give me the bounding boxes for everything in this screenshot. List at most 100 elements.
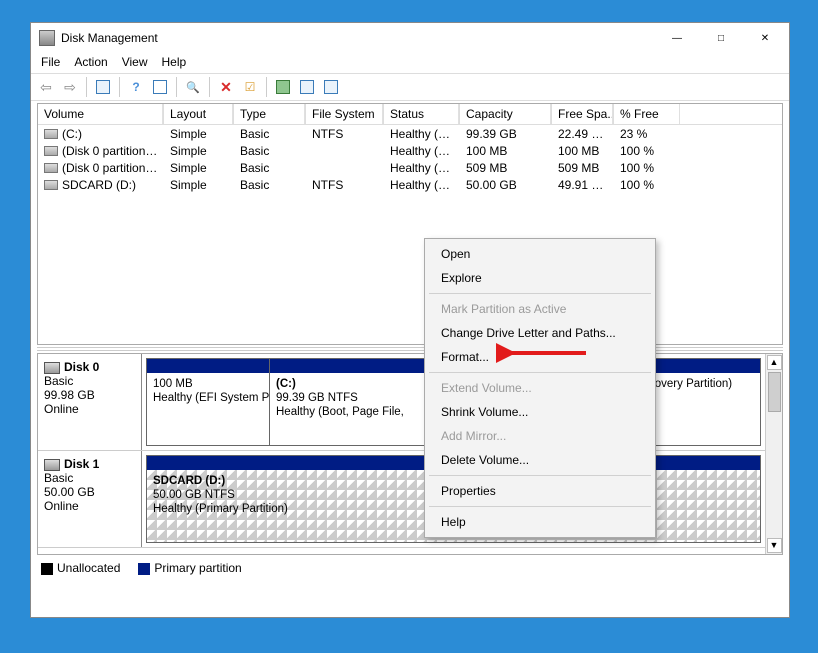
maximize-button[interactable]: □ [699,24,743,52]
volume-type: Basic [234,144,306,158]
col-capacity[interactable]: Capacity [460,104,552,124]
volume-status: Healthy (R... [384,161,460,175]
action-button-1[interactable] [272,76,294,98]
menubar: File Action View Help [31,53,789,73]
disk-icon [44,163,58,173]
menu-help[interactable]: Help [162,55,187,69]
disk-graphical-view: Disk 0Basic99.98 GBOnline100 MBHealthy (… [37,353,783,555]
back-button[interactable]: ⇦ [35,76,57,98]
help-button[interactable]: ? [125,76,147,98]
volume-capacity: 509 MB [460,161,552,175]
context-menu: Open Explore Mark Partition as Active Ch… [424,238,656,538]
legend-unallocated: Unallocated [41,561,120,575]
col-layout[interactable]: Layout [164,104,234,124]
disk-icon [44,180,58,190]
minimize-button[interactable]: — [655,24,699,52]
ctx-delete-volume[interactable]: Delete Volume... [427,448,653,472]
volume-layout: Simple [164,127,234,141]
scroll-thumb[interactable] [768,372,781,412]
titlebar[interactable]: Disk Management — □ ✕ [31,23,789,53]
col-volume[interactable]: Volume [38,104,164,124]
delete-button[interactable]: ✕ [215,76,237,98]
disk-icon [44,362,60,374]
rescan-disks-button[interactable]: 🔍 [182,76,204,98]
ctx-extend-volume: Extend Volume... [427,376,653,400]
properties-button[interactable]: ☑ [239,76,261,98]
menu-file[interactable]: File [41,55,60,69]
volume-pctfree: 100 % [614,144,680,158]
volume-status: Healthy (E... [384,144,460,158]
pane-splitter[interactable] [37,347,783,351]
volume-filesystem: NTFS [306,178,384,192]
volume-freespace: 22.49 GB [552,127,614,141]
volume-pctfree: 100 % [614,178,680,192]
ctx-help[interactable]: Help [427,510,653,534]
col-status[interactable]: Status [384,104,460,124]
scroll-up-button[interactable]: ▲ [767,355,782,370]
scroll-down-button[interactable]: ▼ [767,538,782,553]
menu-action[interactable]: Action [74,55,107,69]
disk-management-window: Disk Management — □ ✕ File Action View H… [30,22,790,618]
toolbar: ⇦ ⇨ ? 🔍 ✕ ☑ [31,73,789,101]
volume-status: Healthy (P... [384,178,460,192]
disk-info[interactable]: Disk 1Basic50.00 GBOnline [38,451,142,547]
close-button[interactable]: ✕ [743,24,787,52]
volume-capacity: 99.39 GB [460,127,552,141]
forward-button[interactable]: ⇨ [59,76,81,98]
volume-freespace: 509 MB [552,161,614,175]
ctx-format[interactable]: Format... [427,345,653,369]
partition[interactable]: 100 MBHealthy (EFI System P [146,358,270,446]
ctx-open[interactable]: Open [427,242,653,266]
volume-layout: Simple [164,178,234,192]
ctx-explore[interactable]: Explore [427,266,653,290]
volume-layout: Simple [164,144,234,158]
volume-name: (Disk 0 partition 4) [38,161,164,175]
disk-icon [44,459,60,471]
volume-freespace: 100 MB [552,144,614,158]
volume-status: Healthy (B... [384,127,460,141]
volume-capacity: 100 MB [460,144,552,158]
window-title: Disk Management [61,31,655,45]
action-button-2[interactable] [296,76,318,98]
disk-icon [44,146,58,156]
partition[interactable]: covery Partition) [643,358,761,446]
main-content: Volume Layout Type File System Status Ca… [31,101,789,617]
col-type[interactable]: Type [234,104,306,124]
volume-row[interactable]: (Disk 0 partition 4)SimpleBasic Healthy (… [38,159,782,176]
ctx-shrink-volume[interactable]: Shrink Volume... [427,400,653,424]
volume-layout: Simple [164,161,234,175]
volume-pctfree: 23 % [614,127,680,141]
volume-row[interactable]: (Disk 0 partition 1)SimpleBasic Healthy (… [38,142,782,159]
col-filesystem[interactable]: File System [306,104,384,124]
volume-row[interactable]: SDCARD (D:)SimpleBasicNTFSHealthy (P...5… [38,176,782,193]
volume-type: Basic [234,161,306,175]
volume-capacity: 50.00 GB [460,178,552,192]
ctx-mark-active: Mark Partition as Active [427,297,653,321]
col-pctfree[interactable]: % Free [614,104,680,124]
legend-primary: Primary partition [138,561,241,575]
ctx-change-drive-letter[interactable]: Change Drive Letter and Paths... [427,321,653,345]
volume-type: Basic [234,178,306,192]
volume-row[interactable]: (C:)SimpleBasicNTFSHealthy (B...99.39 GB… [38,125,782,142]
ctx-properties[interactable]: Properties [427,479,653,503]
show-hide-tree-button[interactable] [92,76,114,98]
app-icon [39,30,55,46]
col-freespace[interactable]: Free Spa... [552,104,614,124]
disk-icon [44,129,58,139]
volume-name: SDCARD (D:) [38,178,164,192]
volume-list-header: Volume Layout Type File System Status Ca… [38,104,782,125]
ctx-add-mirror: Add Mirror... [427,424,653,448]
volume-name: (C:) [38,127,164,141]
action-button-3[interactable] [320,76,342,98]
legend: Unallocated Primary partition [37,555,783,577]
volume-freespace: 49.91 GB [552,178,614,192]
volume-type: Basic [234,127,306,141]
menu-view[interactable]: View [122,55,148,69]
volume-filesystem: NTFS [306,127,384,141]
disk-info[interactable]: Disk 0Basic99.98 GBOnline [38,354,142,450]
volume-list-body[interactable]: (C:)SimpleBasicNTFSHealthy (B...99.39 GB… [38,125,782,344]
volume-list: Volume Layout Type File System Status Ca… [37,103,783,345]
refresh-button[interactable] [149,76,171,98]
disk-view-scrollbar[interactable]: ▲ ▼ [765,354,782,554]
volume-name: (Disk 0 partition 1) [38,144,164,158]
